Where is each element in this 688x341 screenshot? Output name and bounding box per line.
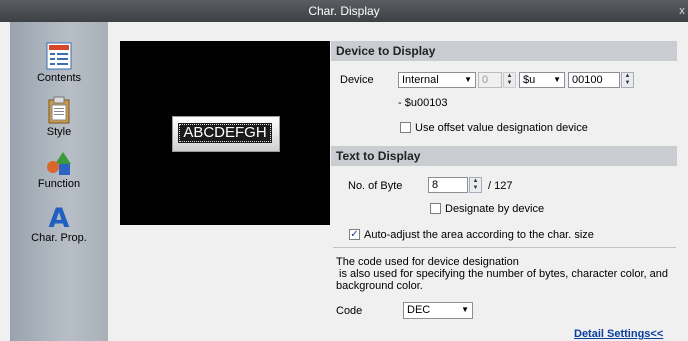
code-value: DEC — [407, 304, 431, 316]
text-section-title: Text to Display — [331, 146, 677, 166]
window-title: Char. Display — [308, 4, 380, 18]
sidebar-item-char-prop[interactable]: A Char. Prop. — [10, 202, 108, 244]
divider — [333, 247, 676, 248]
chevron-down-icon: ▼ — [553, 75, 561, 84]
auto-adjust-label: Auto-adjust the area according to the ch… — [364, 229, 594, 241]
close-icon[interactable]: x — [678, 0, 686, 22]
style-icon — [48, 96, 70, 124]
spin-down-icon: ▼ — [472, 185, 479, 191]
station-spinner: ▲ ▼ — [503, 72, 516, 88]
address-spinner[interactable]: ▲ ▼ — [621, 72, 634, 88]
device-section-title: Device to Display — [331, 41, 677, 61]
sidebar-item-label: Function — [37, 178, 81, 190]
device-name-value: $u — [523, 74, 536, 86]
station-field: 0 — [478, 72, 502, 88]
sidebar-item-function[interactable]: Function — [10, 150, 108, 190]
device-type-value: Internal — [402, 74, 439, 86]
offset-checkbox-label: Use offset value designation device — [415, 122, 588, 134]
designate-checkbox[interactable] — [430, 203, 441, 214]
bytes-label: No. of Byte — [348, 180, 403, 192]
char-display-dialog: Char. Display x Contents Style Function … — [0, 0, 688, 341]
title-bar: Char. Display x — [0, 0, 688, 22]
code-select[interactable]: DEC ▼ — [403, 302, 473, 319]
info-line-1: The code used for device designation — [336, 256, 519, 268]
device-label: Device — [340, 74, 374, 86]
bytes-spinner[interactable]: ▲ ▼ — [469, 177, 482, 193]
spin-up-icon: ▲ — [624, 73, 631, 79]
detail-settings-link[interactable]: Detail Settings<< — [574, 328, 663, 340]
device-address-field[interactable]: 00100 — [568, 72, 620, 88]
preview-area: ABCDEFGH — [120, 41, 330, 225]
device-range-text: - $u00103 — [398, 97, 448, 109]
auto-adjust-checkbox[interactable]: ✓ — [349, 229, 360, 240]
spin-down-icon: ▼ — [624, 80, 631, 86]
sidebar-item-label: Contents — [36, 72, 82, 84]
sidebar-item-label: Char. Prop. — [31, 232, 87, 244]
function-icon — [47, 152, 71, 175]
preview-char-display: ABCDEFGH — [172, 116, 280, 152]
device-name-select[interactable]: $u ▼ — [519, 72, 565, 88]
chevron-down-icon: ▼ — [464, 75, 472, 84]
bytes-field[interactable]: 8 — [428, 177, 468, 193]
spin-down-icon: ▼ — [506, 80, 513, 86]
spin-up-icon: ▲ — [472, 178, 479, 184]
designate-checkbox-label: Designate by device — [445, 203, 545, 215]
chevron-down-icon: ▼ — [461, 305, 469, 314]
info-line-2: is also used for specifying the number o… — [336, 268, 669, 280]
bytes-max-text: / 127 — [488, 180, 513, 192]
spin-up-icon: ▲ — [506, 73, 513, 79]
char-prop-icon: A — [49, 203, 70, 230]
contents-icon — [46, 42, 72, 70]
category-sidebar: Contents Style Function A Char. Prop. — [10, 22, 108, 341]
preview-text: ABCDEFGH — [178, 123, 272, 143]
svg-text:A: A — [49, 203, 70, 230]
offset-checkbox[interactable] — [400, 122, 411, 133]
info-line-3: background color. — [336, 280, 423, 292]
sidebar-item-style[interactable]: Style — [10, 96, 108, 138]
sidebar-item-contents[interactable]: Contents — [10, 42, 108, 84]
code-label: Code — [336, 305, 363, 317]
device-type-select[interactable]: Internal ▼ — [398, 72, 476, 88]
sidebar-item-label: Style — [46, 126, 72, 138]
